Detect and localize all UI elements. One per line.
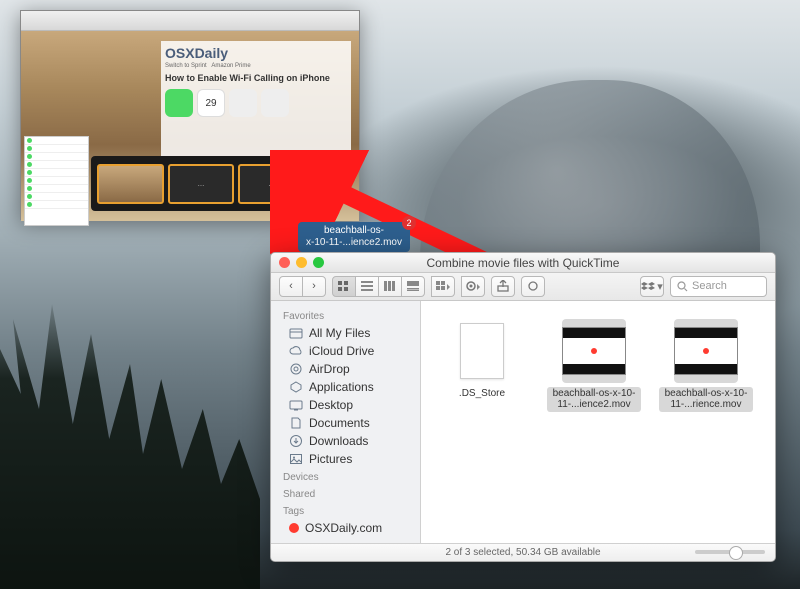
tag-icon xyxy=(527,280,539,292)
desktop-icon xyxy=(289,398,303,412)
sidebar-item-label: OSXDaily.com xyxy=(305,521,382,535)
sidebar-item-label: Documents xyxy=(309,416,370,430)
airdrop-icon xyxy=(289,362,303,376)
documents-icon xyxy=(289,416,303,430)
sidebar-item-applications[interactable]: Applications xyxy=(271,378,420,396)
quicktime-content: OSXDaily Switch to Sprint Amazon Prime H… xyxy=(21,31,359,221)
sidebar-item-icloud-drive[interactable]: iCloud Drive xyxy=(271,342,420,360)
finder-toolbar: ‹ › xyxy=(271,273,775,300)
quicktime-overlay-article: OSXDaily Switch to Sprint Amazon Prime H… xyxy=(161,41,351,161)
file-label: beachball-os-x-10-11-...rience.mov xyxy=(659,387,753,412)
sidebar-item-label: Applications xyxy=(309,380,374,394)
view-buttons xyxy=(332,276,425,297)
cloud-icon xyxy=(289,344,303,358)
close-button[interactable] xyxy=(279,257,290,268)
article-headline: How to Enable Wi-Fi Calling on iPhone xyxy=(165,73,347,83)
file-label: .DS_Store xyxy=(457,387,507,401)
search-input[interactable]: Search xyxy=(670,276,767,297)
file-icon xyxy=(450,319,514,383)
drag-count-badge: 2 xyxy=(402,216,416,230)
osxdaily-logo: OSXDaily xyxy=(165,45,347,61)
sidebar-item-desktop[interactable]: Desktop xyxy=(271,396,420,414)
file-beachball-2[interactable]: beachball-os-x-10-11-...ience2.mov xyxy=(547,319,641,412)
quicktime-titlebar[interactable] xyxy=(21,11,359,31)
finder-statusbar: 2 of 3 selected, 50.34 GB available xyxy=(271,543,775,561)
sidebar-item-label: Desktop xyxy=(309,398,353,412)
finder-title: Combine movie files with QuickTime xyxy=(427,256,620,270)
clip-3[interactable]: ... xyxy=(238,164,305,204)
back-button[interactable]: ‹ xyxy=(279,276,303,297)
gear-icon xyxy=(465,280,481,292)
sidebar-item-downloads[interactable]: Downloads xyxy=(271,432,420,450)
quicktime-mini-list xyxy=(24,136,89,226)
nav-buttons: ‹ › xyxy=(279,276,326,297)
all-files-icon xyxy=(289,326,303,340)
file-icon xyxy=(562,319,626,383)
finder-titlebar[interactable]: Combine movie files with QuickTime xyxy=(271,253,775,273)
sidebar-item-all-my-files[interactable]: All My Files xyxy=(271,324,420,342)
action-button[interactable] xyxy=(461,276,485,297)
search-icon xyxy=(677,281,688,292)
coverflow-view-button[interactable] xyxy=(401,276,425,297)
favorites-header: Favorites xyxy=(271,307,420,324)
shared-header: Shared xyxy=(271,485,420,502)
quicktime-window[interactable]: OSXDaily Switch to Sprint Amazon Prime H… xyxy=(20,10,360,220)
sidebar-item-label: iCloud Drive xyxy=(309,344,374,358)
sidebar-item-documents[interactable]: Documents xyxy=(271,414,420,432)
finder-sidebar: Favorites All My Files iCloud Drive AirD… xyxy=(271,301,421,543)
file-label: beachball-os-x-10-11-...ience2.mov xyxy=(547,387,641,412)
apps-icon xyxy=(289,380,303,394)
dropbox-button[interactable]: ▾ xyxy=(640,276,664,297)
devices-header: Devices xyxy=(271,468,420,485)
sidebar-item-label: All My Files xyxy=(309,326,370,340)
drag-file-badge: beachball-os- x-10-11-...ience2.mov 2 xyxy=(298,222,410,252)
icon-size-slider[interactable] xyxy=(695,550,765,554)
dropbox-icon xyxy=(641,280,655,292)
tags-header: Tags xyxy=(271,502,420,519)
sidebar-tag-osxdaily[interactable]: OSXDaily.com xyxy=(271,519,420,537)
finder-content[interactable]: .DS_Store beachball-os-x-10-11-...ience2… xyxy=(421,301,775,543)
sidebar-item-label: Downloads xyxy=(309,434,368,448)
file-icon xyxy=(674,319,738,383)
downloads-icon xyxy=(289,434,303,448)
sidebar-item-airdrop[interactable]: AirDrop xyxy=(271,360,420,378)
tag-red-icon xyxy=(289,523,299,533)
icon-view-button[interactable] xyxy=(332,276,356,297)
column-view-button[interactable] xyxy=(378,276,402,297)
file-beachball-1[interactable]: beachball-os-x-10-11-...rience.mov xyxy=(659,319,753,412)
sidebar-item-label: Pictures xyxy=(309,452,352,466)
share-button[interactable] xyxy=(491,276,515,297)
sidebar-item-pictures[interactable]: Pictures xyxy=(271,450,420,468)
share-icon xyxy=(497,280,509,292)
clip-1[interactable] xyxy=(97,164,164,204)
window-controls[interactable] xyxy=(279,257,324,268)
arrange-button[interactable] xyxy=(431,276,455,297)
pictures-icon xyxy=(289,452,303,466)
zoom-button[interactable] xyxy=(313,257,324,268)
tags-button[interactable] xyxy=(521,276,545,297)
status-text: 2 of 3 selected, 50.34 GB available xyxy=(445,547,600,558)
clip-2[interactable]: ... xyxy=(168,164,235,204)
minimize-button[interactable] xyxy=(296,257,307,268)
finder-window[interactable]: Combine movie files with QuickTime ‹ › xyxy=(270,252,776,562)
sidebar-item-label: AirDrop xyxy=(309,362,350,376)
file-ds-store[interactable]: .DS_Store xyxy=(435,319,529,401)
forward-button[interactable]: › xyxy=(302,276,326,297)
list-view-button[interactable] xyxy=(355,276,379,297)
quicktime-clip-strip[interactable]: ... ... xyxy=(91,156,311,211)
